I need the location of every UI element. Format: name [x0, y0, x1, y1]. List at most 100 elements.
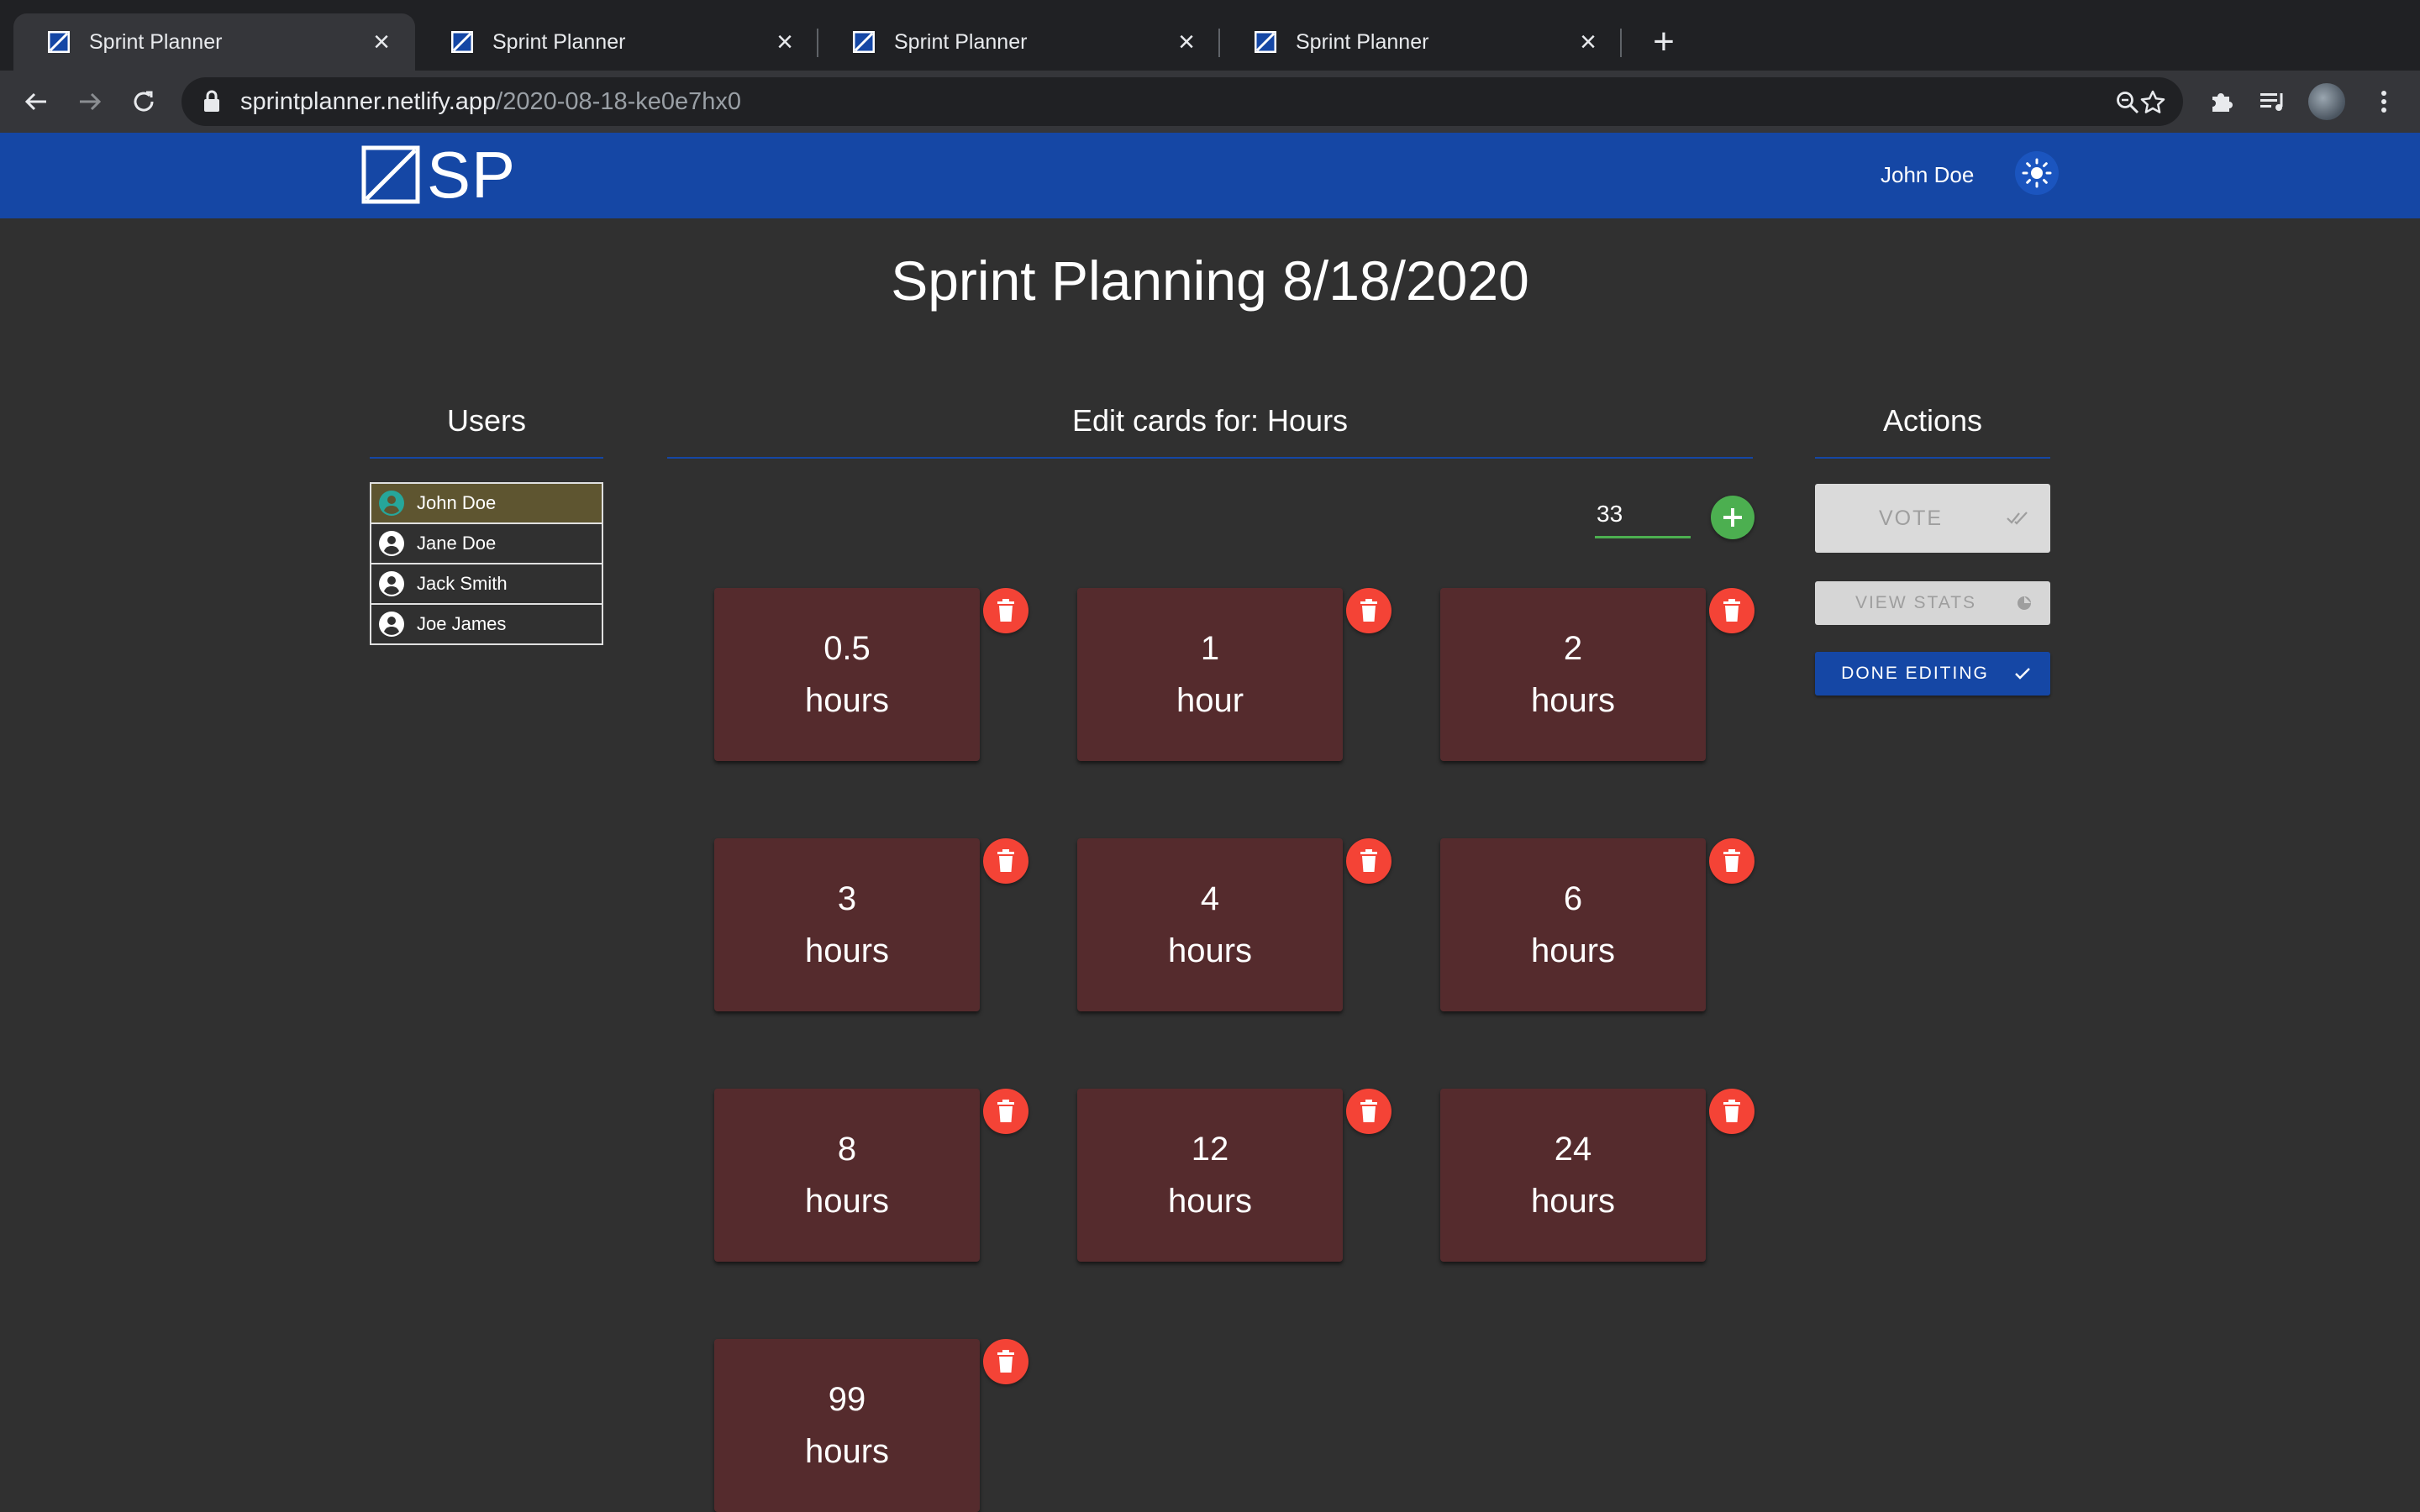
card-value: 24 [1554, 1131, 1592, 1168]
done-editing-button[interactable]: DONE EDITING [1815, 652, 2050, 696]
bookmark-star-icon[interactable] [2138, 87, 2168, 118]
address-bar[interactable]: sprintplanner.netlify.app/2020-08-18-ke0… [182, 77, 2183, 126]
tab-close-icon[interactable]: × [366, 26, 397, 58]
tab-title: Sprint Planner [894, 29, 1028, 54]
delete-card-button[interactable] [1709, 838, 1754, 884]
lock-icon [204, 90, 219, 112]
estimate-card[interactable]: 99 hours [714, 1339, 980, 1512]
url-host: sprintplanner.netlify.app [240, 87, 497, 115]
browser-tab[interactable]: Sprint Planner × [818, 13, 1220, 71]
delete-card-button[interactable] [1346, 1089, 1392, 1134]
card-unit: hours [1530, 682, 1616, 719]
user-name: Jack Smith [417, 573, 508, 594]
estimate-card[interactable]: 1 hour [1077, 588, 1343, 761]
sprint-planner-favicon-icon [853, 31, 875, 53]
estimate-card[interactable]: 0.5 hours [714, 588, 980, 761]
logo-mark-icon [361, 145, 420, 204]
delete-card-button[interactable] [983, 588, 1028, 633]
card-value: 6 [1563, 880, 1583, 917]
card-value: 0.5 [823, 630, 871, 667]
estimate-card[interactable]: 3 hours [714, 838, 980, 1011]
delete-card-button[interactable] [1346, 588, 1392, 633]
user-name: John Doe [417, 492, 497, 513]
trash-icon [1360, 599, 1377, 622]
card-unit: hour [1176, 682, 1244, 719]
browser-menu-kebab-icon[interactable] [2363, 81, 2405, 123]
users-heading: Users [370, 403, 603, 459]
trash-icon [997, 1350, 1014, 1373]
forward-arrow-icon[interactable] [69, 81, 111, 123]
tab-title: Sprint Planner [89, 29, 223, 54]
card-unit: hours [1167, 1183, 1253, 1220]
back-arrow-icon[interactable] [15, 81, 57, 123]
card-unit: hours [804, 1433, 890, 1470]
reload-icon[interactable] [123, 81, 165, 123]
browser-tab[interactable]: Sprint Planner × [1220, 13, 1622, 71]
card-unit: hours [804, 932, 890, 969]
account-circle-icon [379, 612, 404, 637]
view-stats-button[interactable]: VIEW STATS [1815, 581, 2050, 625]
account-circle-icon [379, 531, 404, 556]
logo-text: SP [427, 138, 517, 212]
account-circle-icon [379, 491, 404, 516]
vote-button-label: VOTE [1878, 506, 1944, 530]
app-logo[interactable]: SP [361, 138, 517, 212]
card-value: 1 [1200, 630, 1220, 667]
edit-cards-heading: Edit cards for: Hours [667, 403, 1753, 459]
media-queue-icon[interactable] [2252, 81, 2294, 123]
tab-title: Sprint Planner [1296, 29, 1429, 54]
trash-icon [1723, 599, 1740, 622]
tab-separator [1620, 29, 1622, 57]
theme-toggle-button[interactable] [2015, 151, 2059, 195]
new-tab-plus-icon[interactable]: + [1642, 20, 1686, 64]
delete-card-button[interactable] [1709, 588, 1754, 633]
new-card-input[interactable] [1595, 496, 1694, 533]
sprint-planner-favicon-icon [451, 31, 473, 53]
trash-icon [1723, 849, 1740, 872]
card-value: 4 [1200, 880, 1220, 917]
estimate-card[interactable]: 24 hours [1440, 1089, 1706, 1262]
profile-avatar-icon[interactable] [2306, 81, 2348, 123]
delete-card-button[interactable] [1709, 1089, 1754, 1134]
card-value: 8 [837, 1131, 857, 1168]
estimate-card[interactable]: 6 hours [1440, 838, 1706, 1011]
browser-tab[interactable]: Sprint Planner × [417, 13, 818, 71]
tab-close-icon[interactable]: × [1573, 26, 1603, 58]
extensions-puzzle-icon[interactable] [2200, 81, 2242, 123]
current-username[interactable]: John Doe [1881, 162, 1974, 188]
tab-close-icon[interactable]: × [1171, 26, 1202, 58]
sprint-planner-favicon-icon [48, 31, 70, 53]
tab-title: Sprint Planner [492, 29, 626, 54]
card-unit: hours [804, 682, 890, 719]
trash-icon [1723, 1100, 1740, 1122]
browser-tab[interactable]: Sprint Planner × [13, 13, 415, 71]
estimate-card[interactable]: 12 hours [1077, 1089, 1343, 1262]
view-stats-button-label: VIEW STATS [1854, 593, 1977, 612]
add-card-button[interactable] [1711, 496, 1754, 539]
user-list-item[interactable]: John Doe [371, 484, 602, 522]
delete-card-button[interactable] [983, 838, 1028, 884]
new-card-field [1595, 496, 1694, 538]
page-title: Sprint Planning 8/18/2020 [891, 249, 1529, 312]
delete-card-button[interactable] [983, 1089, 1028, 1134]
user-list-item[interactable]: Jack Smith [371, 563, 602, 603]
delete-card-button[interactable] [983, 1339, 1028, 1384]
estimate-card[interactable]: 8 hours [714, 1089, 980, 1262]
card-unit: hours [1167, 932, 1253, 969]
plus-icon [1723, 508, 1742, 527]
app-header: SP John Doe [0, 133, 2420, 218]
card-value: 2 [1563, 630, 1583, 667]
user-list-item[interactable]: Joe James [371, 603, 602, 643]
tab-close-icon[interactable]: × [770, 26, 800, 58]
trash-icon [997, 1100, 1014, 1122]
estimate-card[interactable]: 2 hours [1440, 588, 1706, 761]
vote-button[interactable]: VOTE [1815, 484, 2050, 553]
delete-card-button[interactable] [1346, 838, 1392, 884]
account-circle-icon [379, 571, 404, 596]
user-list-item[interactable]: Jane Doe [371, 522, 602, 563]
sprint-planner-favicon-icon [1255, 31, 1276, 53]
sun-icon [2022, 158, 2052, 188]
estimate-card[interactable]: 4 hours [1077, 838, 1343, 1011]
check-icon [2015, 668, 2030, 680]
browser-toolbar: sprintplanner.netlify.app/2020-08-18-ke0… [0, 71, 2420, 133]
